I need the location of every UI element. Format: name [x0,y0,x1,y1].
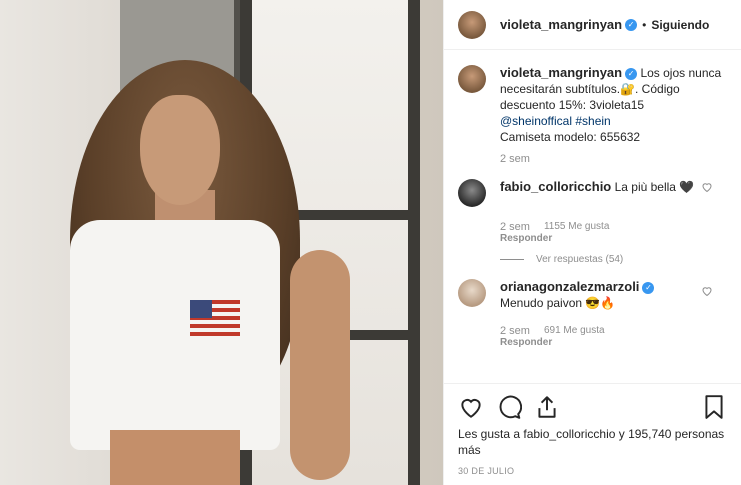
action-icons [458,392,727,422]
following-button[interactable]: Siguiendo [651,18,709,32]
caption-extra: Camiseta modelo: 655632 [500,130,641,144]
caption-username[interactable]: violeta_mangrinyan [500,65,622,80]
photo-flag-canton [190,300,212,318]
avatar[interactable] [458,10,486,39]
view-replies-label: Ver respuestas (54) [536,254,624,265]
header-username[interactable]: violeta_mangrinyan [500,17,622,32]
verified-icon: ✓ [625,67,638,80]
caption-mention[interactable]: @sheinoffical [500,114,572,128]
post-date[interactable]: 30 DE JULIO [458,466,727,476]
caption: violeta_mangrinyan ✓ Los ojos nunca neces… [458,65,727,145]
post-actions: Les gusta a fabio_colloricchio y 195,740… [444,383,741,485]
comment-meta: 2 sem 691 Me gusta [500,325,727,337]
comment-icon[interactable] [496,394,522,420]
photo-shirt [70,220,280,450]
verified-icon: ✓ [642,281,655,294]
verified-icon: ✓ [625,18,638,31]
reply-button[interactable]: Responder [500,233,727,244]
avatar[interactable] [458,179,486,207]
post-side-panel: violeta_mangrinyan ✓ • Siguiendo violeta… [443,0,741,485]
comment: orianagonzalezmarzoli ✓ Menudo paivon 😎🔥 [458,279,727,311]
photo-arm [290,250,350,480]
comment-time[interactable]: 2 sem [500,325,530,337]
comment-like-icon[interactable] [701,181,713,193]
photo-face [140,95,220,205]
share-icon[interactable] [534,394,560,420]
comment-username[interactable]: orianagonzalezmarzoli [500,279,639,294]
heart-icon[interactable] [458,394,484,420]
caption-time[interactable]: 2 sem [500,153,530,165]
view-replies-line [500,259,524,260]
likes-summary[interactable]: Les gusta a fabio_colloricchio y 195,740… [458,426,727,458]
post-photo[interactable] [0,0,443,485]
header-separator: • [642,17,647,32]
comment-text: La più bella 🖤 [614,180,695,194]
comment-username[interactable]: fabio_colloricchio [500,179,611,194]
photo-torso [110,430,240,485]
caption-hashtag[interactable]: #shein [575,114,610,128]
post-header: violeta_mangrinyan ✓ • Siguiendo [444,0,741,50]
comment-time[interactable]: 2 sem [500,221,530,233]
reply-button[interactable]: Responder [500,337,727,348]
comments-list[interactable]: violeta_mangrinyan ✓ Los ojos nunca neces… [444,51,741,381]
comment-text: Menudo paivon 😎🔥 [500,296,616,310]
comment: fabio_colloricchio La più bella 🖤 [458,179,727,207]
avatar[interactable] [458,279,486,307]
comment-likes[interactable]: 691 Me gusta [544,325,605,337]
avatar[interactable] [458,65,486,93]
comment-likes[interactable]: 1155 Me gusta [544,221,609,233]
comment-like-icon[interactable] [701,285,713,297]
instagram-post: violeta_mangrinyan ✓ • Siguiendo violeta… [0,0,741,485]
view-replies-button[interactable]: Ver respuestas (54) [500,254,727,265]
caption-meta: 2 sem [500,153,727,165]
bookmark-icon[interactable] [701,394,727,420]
comment-meta: 2 sem 1155 Me gusta [500,221,727,233]
